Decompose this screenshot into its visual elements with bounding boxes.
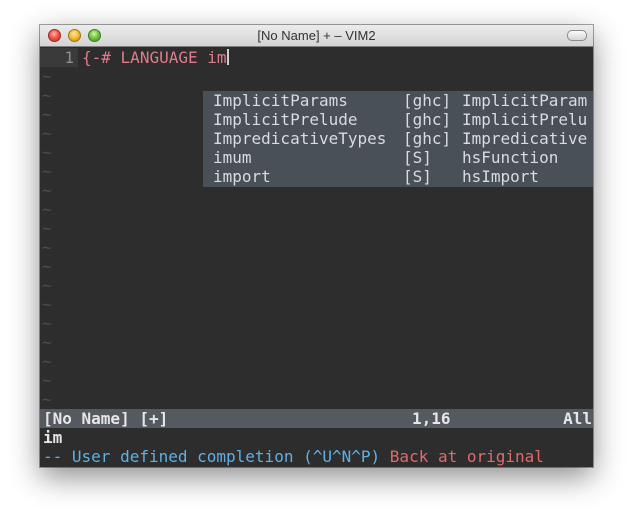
completion-word: ImplicitPrelude <box>213 110 358 129</box>
completion-kind: [ghc] <box>403 110 452 129</box>
completion-item[interactable]: ImpredicativeTypes [ghc] Impredicative <box>203 129 593 148</box>
title-bar[interactable]: [No Name] + – VIM2 <box>40 25 593 47</box>
command-line-echo: im <box>43 428 63 447</box>
completion-item[interactable]: imum [S] hsFunction <box>203 148 593 167</box>
empty-line-marker: ~ <box>42 200 52 219</box>
status-file-name: [No Name] [+] <box>43 409 169 428</box>
empty-line-marker: ~ <box>42 124 52 143</box>
completion-item[interactable]: ImplicitParams [ghc] ImplicitParam <box>203 91 593 110</box>
empty-line-marker: ~ <box>42 162 52 181</box>
window-title: [No Name] + – VIM2 <box>257 28 376 43</box>
line-number: 1 <box>40 48 78 67</box>
completion-kind: [S] <box>403 148 432 167</box>
text-cursor <box>226 49 229 65</box>
completion-menu-text: ImplicitParam <box>462 91 588 110</box>
buffer-line-1[interactable]: 1 {-# LANGUAGE im <box>40 48 229 67</box>
completion-menu-text: ImplicitPrelu <box>462 110 588 129</box>
vim-window: [No Name] + – VIM2 1 {-# LANGUAGE im ~ ~… <box>40 25 593 467</box>
empty-line-marker: ~ <box>42 105 52 124</box>
completion-menu-text: hsImport <box>462 167 540 186</box>
completion-kind: [ghc] <box>403 91 452 110</box>
empty-line-marker: ~ <box>42 143 52 162</box>
line-code: {-# LANGUAGE im <box>82 48 229 67</box>
empty-line-marker: ~ <box>42 333 52 352</box>
status-cursor-position: 1,16 <box>412 409 451 428</box>
pragma-open: {-# <box>82 48 111 67</box>
mode-message: -- User defined completion (^U^N^P) <box>43 447 381 466</box>
completion-kind: [ghc] <box>403 129 452 148</box>
pragma-keyword: LANGUAGE <box>120 48 198 67</box>
typed-text: im <box>207 48 227 67</box>
empty-line-marker: ~ <box>42 181 52 200</box>
empty-line-marker: ~ <box>42 238 52 257</box>
completion-menu-text: Impredicative <box>462 129 588 148</box>
completion-menu-text: hsFunction <box>462 148 559 167</box>
command-line-message: -- User defined completion (^U^N^P) Back… <box>43 447 544 466</box>
empty-line-marker: ~ <box>42 257 52 276</box>
empty-line-marker: ~ <box>42 295 52 314</box>
empty-line-marker: ~ <box>42 352 52 371</box>
empty-line-marker: ~ <box>42 219 52 238</box>
empty-line-marker: ~ <box>42 314 52 333</box>
empty-line-marker: ~ <box>42 86 52 105</box>
completion-kind: [S] <box>403 167 432 186</box>
completion-word: import <box>213 167 271 186</box>
empty-line-marker: ~ <box>42 276 52 295</box>
empty-line-marker: ~ <box>42 67 52 86</box>
status-message: Back at original <box>389 447 544 466</box>
status-scroll-position: All <box>563 409 592 428</box>
completion-popup: ImplicitParams [ghc] ImplicitParam Impli… <box>203 91 593 187</box>
completion-word: ImpredicativeTypes <box>213 129 387 148</box>
completion-item[interactable]: import [S] hsImport <box>203 167 593 186</box>
empty-line-marker: ~ <box>42 390 52 409</box>
completion-word: ImplicitParams <box>213 91 348 110</box>
status-line: [No Name] [+] 1,16 All <box>40 409 593 428</box>
empty-line-marker: ~ <box>42 371 52 390</box>
toolbar-toggle-button[interactable] <box>567 30 587 41</box>
completion-word: imum <box>213 148 252 167</box>
completion-item[interactable]: ImplicitPrelude [ghc] ImplicitPrelu <box>203 110 593 129</box>
